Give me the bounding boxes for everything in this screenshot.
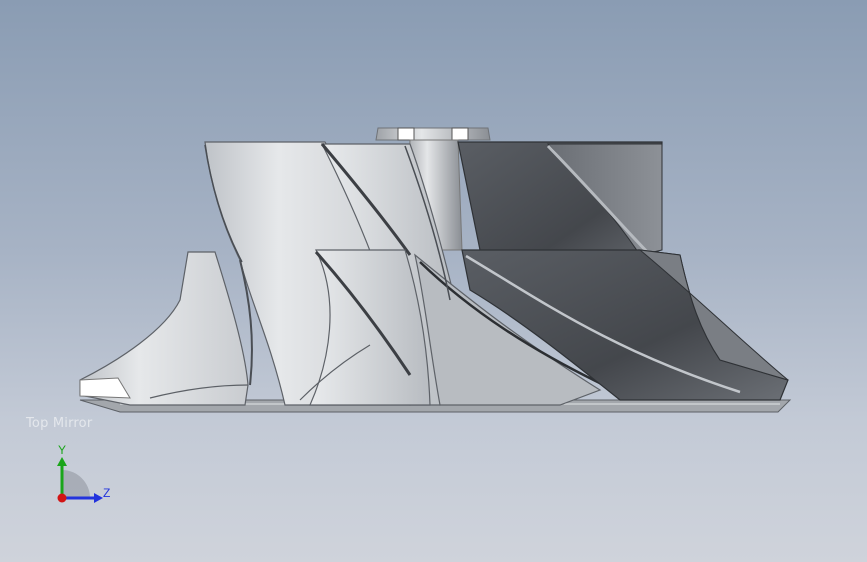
z-axis-arrowhead-icon — [94, 493, 103, 503]
y-axis-arrowhead-icon — [57, 457, 67, 466]
splitter-blades-right — [414, 249, 789, 406]
impeller-model[interactable] — [0, 0, 867, 562]
y-axis-label: Y — [58, 443, 66, 457]
reference-triad[interactable]: Y Z — [40, 440, 120, 510]
view-orientation-label: Top Mirror — [26, 416, 93, 431]
z-axis-label: Z — [103, 486, 110, 500]
origin-x-axis-icon — [57, 493, 67, 503]
triad-plane-icon — [62, 470, 90, 498]
graphics-viewport[interactable]: Top Mirror Y Z — [0, 0, 867, 562]
